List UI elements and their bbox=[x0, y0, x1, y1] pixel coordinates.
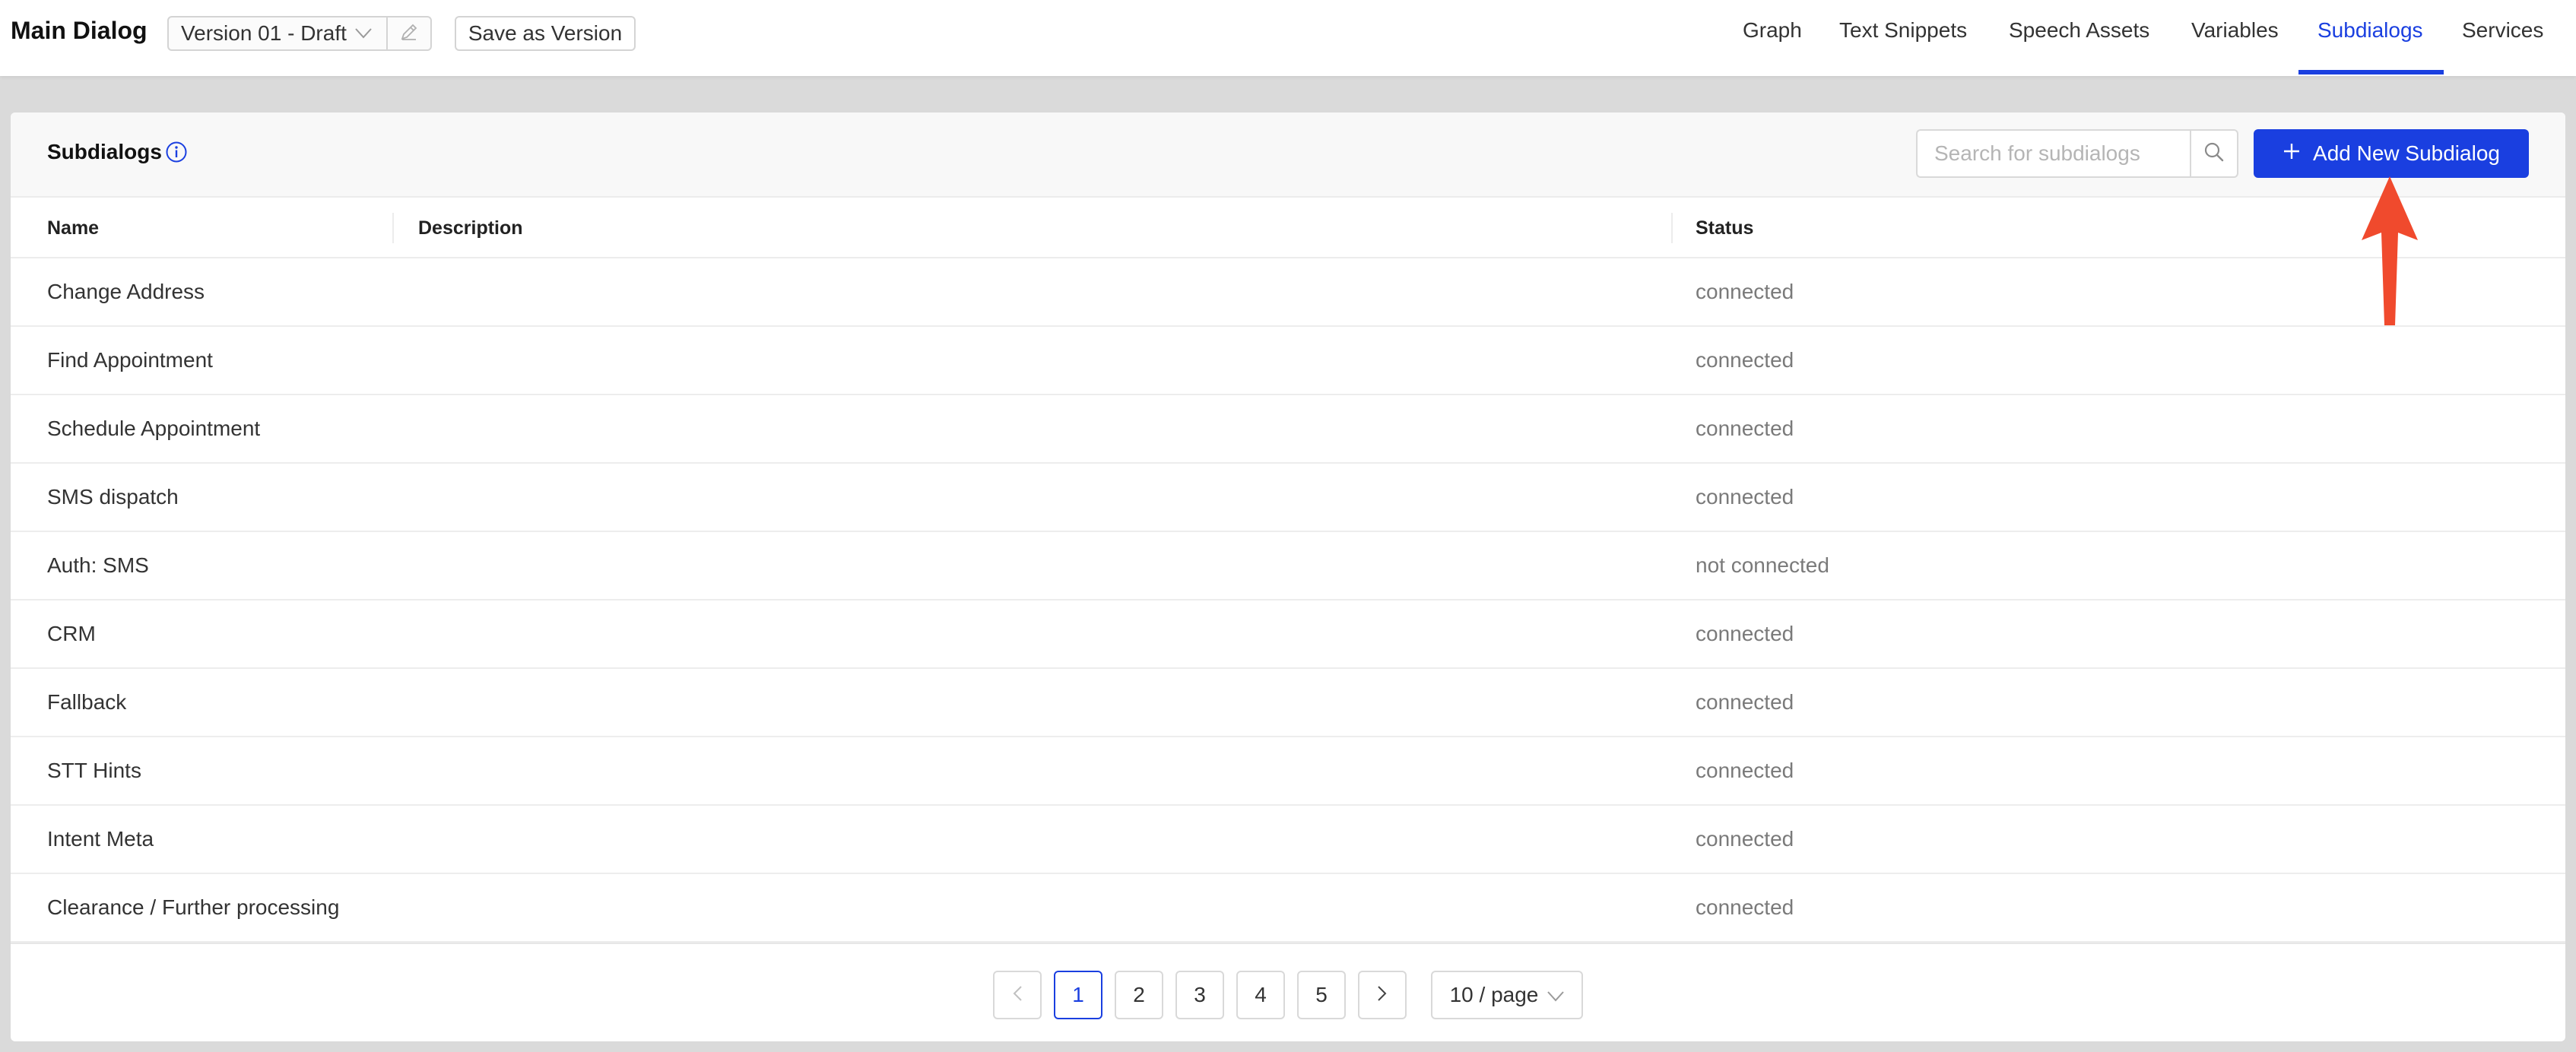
next-page-button[interactable] bbox=[1358, 971, 1407, 1019]
table-row[interactable]: STT Hints connected bbox=[11, 737, 2565, 806]
row-status: connected bbox=[1696, 622, 1794, 645]
table-row[interactable]: Change Address connected bbox=[11, 258, 2565, 327]
page-button-2[interactable]: 2 bbox=[1115, 971, 1163, 1019]
row-name: Find Appointment bbox=[47, 348, 213, 372]
chevron-down-icon bbox=[350, 20, 377, 47]
version-select[interactable]: Version 01 - Draft bbox=[167, 16, 432, 51]
add-button-label: Add New Subdialog bbox=[2313, 141, 2500, 165]
table-row[interactable]: SMS dispatch connected bbox=[11, 464, 2565, 532]
row-name: Fallback bbox=[47, 690, 127, 714]
row-status: connected bbox=[1696, 485, 1794, 509]
edit-version-button[interactable] bbox=[386, 17, 430, 49]
pagination: 1 2 3 4 5 10 / page bbox=[11, 943, 2565, 1041]
table-row[interactable]: Clearance / Further processing connected bbox=[11, 874, 2565, 943]
row-name: CRM bbox=[47, 622, 96, 645]
row-status: connected bbox=[1696, 690, 1794, 714]
plus-icon bbox=[2283, 141, 2301, 166]
row-name: Intent Meta bbox=[47, 827, 154, 851]
add-new-subdialog-button[interactable]: Add New Subdialog bbox=[2254, 129, 2529, 178]
page-button-5[interactable]: 5 bbox=[1297, 971, 1346, 1019]
column-divider bbox=[392, 213, 394, 243]
panel-title: Subdialogs bbox=[47, 140, 162, 163]
chevron-left-icon bbox=[1012, 983, 1023, 1007]
table-body: Change Address connected Find Appointmen… bbox=[11, 258, 2565, 943]
search-input[interactable] bbox=[1916, 129, 2190, 178]
prev-page-button[interactable] bbox=[993, 971, 1042, 1019]
row-status: connected bbox=[1696, 827, 1794, 851]
page-button-3[interactable]: 3 bbox=[1175, 971, 1224, 1019]
table-row[interactable]: CRM connected bbox=[11, 600, 2565, 669]
table-row[interactable]: Intent Meta connected bbox=[11, 806, 2565, 874]
version-select-label: Version 01 - Draft bbox=[181, 21, 347, 45]
row-name: SMS dispatch bbox=[47, 485, 179, 509]
save-as-version-button[interactable]: Save as Version bbox=[455, 16, 636, 51]
tab-graph[interactable]: Graph bbox=[1743, 18, 1802, 43]
row-name: Clearance / Further processing bbox=[47, 895, 340, 919]
row-name: Schedule Appointment bbox=[47, 417, 261, 440]
table-row[interactable]: Find Appointment connected bbox=[11, 327, 2565, 395]
search-button[interactable] bbox=[2190, 129, 2238, 178]
tab-subdialogs[interactable]: Subdialogs bbox=[2317, 18, 2423, 43]
active-tab-indicator bbox=[2298, 70, 2444, 74]
row-status: connected bbox=[1696, 417, 1794, 440]
row-status: connected bbox=[1696, 348, 1794, 372]
tab-services[interactable]: Services bbox=[2462, 18, 2543, 43]
table-row[interactable]: Auth: SMS not connected bbox=[11, 532, 2565, 600]
row-status: connected bbox=[1696, 759, 1794, 782]
table-row[interactable]: Schedule Appointment connected bbox=[11, 395, 2565, 464]
row-name: STT Hints bbox=[47, 759, 141, 782]
subdialogs-panel: Subdialogs Add New Subdialog Name Descri… bbox=[11, 112, 2565, 1041]
tab-speech-assets[interactable]: Speech Assets bbox=[2009, 18, 2149, 43]
page-size-select[interactable]: 10 / page bbox=[1431, 971, 1583, 1019]
chevron-right-icon bbox=[1377, 983, 1388, 1007]
row-status: not connected bbox=[1696, 553, 1829, 577]
page-button-1[interactable]: 1 bbox=[1054, 971, 1102, 1019]
panel-header: Subdialogs Add New Subdialog bbox=[11, 112, 2565, 198]
top-bar: Main Dialog Version 01 - Draft Save as V… bbox=[0, 0, 2576, 76]
chevron-down-icon bbox=[1547, 983, 1565, 1007]
info-icon[interactable] bbox=[165, 141, 188, 163]
column-header-name[interactable]: Name bbox=[47, 217, 99, 239]
table-row[interactable]: Fallback connected bbox=[11, 669, 2565, 737]
column-header-description[interactable]: Description bbox=[418, 217, 523, 239]
row-name: Auth: SMS bbox=[47, 553, 149, 577]
tab-variables[interactable]: Variables bbox=[2191, 18, 2279, 43]
row-name: Change Address bbox=[47, 280, 205, 303]
pencil-icon bbox=[399, 22, 419, 46]
row-status: connected bbox=[1696, 895, 1794, 919]
tab-text-snippets[interactable]: Text Snippets bbox=[1839, 18, 1967, 43]
column-header-status[interactable]: Status bbox=[1696, 217, 1753, 239]
column-divider bbox=[1671, 213, 1673, 243]
page-size-label: 10 / page bbox=[1449, 983, 1539, 1006]
search-icon bbox=[2203, 141, 2225, 167]
row-status: connected bbox=[1696, 280, 1794, 303]
table-header: Name Description Status bbox=[11, 198, 2565, 258]
arrow-up-annotation bbox=[2356, 176, 2424, 328]
page-title: Main Dialog bbox=[11, 17, 148, 44]
page-button-4[interactable]: 4 bbox=[1236, 971, 1285, 1019]
